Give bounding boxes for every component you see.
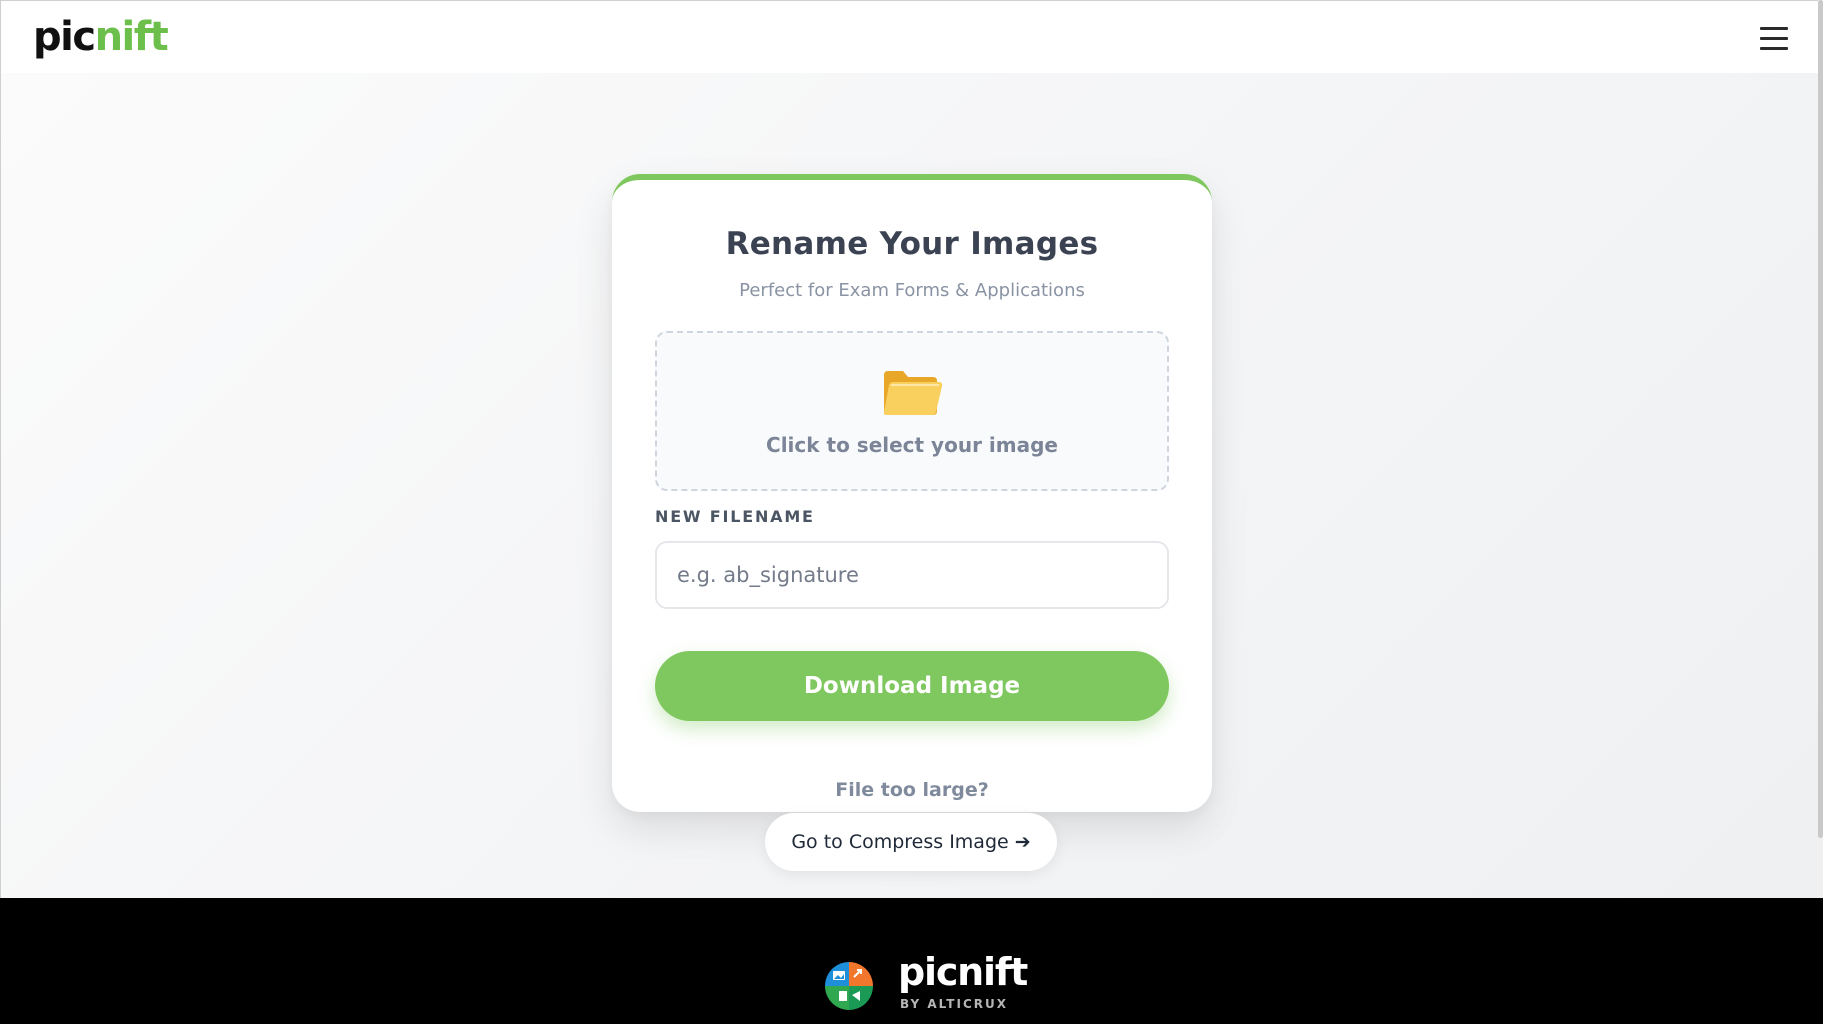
go-to-compress-button[interactable]: Go to Compress Image ➔: [765, 813, 1057, 871]
menu-bar-top: [1760, 27, 1788, 30]
footer-byline: BY ALTICRUX: [900, 997, 1008, 1011]
filename-label: NEW FILENAME: [655, 507, 815, 526]
menu-bar-middle: [1760, 37, 1788, 40]
footer-brand: picnift: [898, 950, 1028, 994]
download-image-button[interactable]: Download Image: [655, 651, 1169, 721]
main-area: Rename Your Images Perfect for Exam Form…: [0, 73, 1818, 898]
card-title: Rename Your Images: [725, 226, 1099, 262]
rename-card: Rename Your Images Perfect for Exam Form…: [612, 174, 1212, 812]
card-subtitle: Perfect for Exam Forms & Applications: [739, 280, 1085, 301]
logo-text-nift: nift: [94, 14, 169, 60]
logo-text-pic: pic: [33, 14, 96, 60]
folder-icon: [883, 371, 943, 415]
dropzone-text: Click to select your image: [766, 433, 1058, 457]
footer: picnift BY ALTICRUX: [0, 898, 1823, 1024]
picnift-logo[interactable]: picnift: [33, 13, 169, 61]
image-dropzone[interactable]: Click to select your image: [655, 331, 1169, 491]
top-header: picnift: [0, 0, 1818, 73]
menu-bar-bottom: [1760, 47, 1788, 50]
scrollbar-thumb[interactable]: [1818, 0, 1823, 838]
hamburger-menu-icon[interactable]: [1760, 25, 1788, 51]
page-scrollbar[interactable]: [1818, 0, 1823, 898]
filename-input[interactable]: [655, 541, 1169, 609]
picnift-emblem-icon: [825, 962, 873, 1010]
file-too-large-text: File too large?: [835, 779, 989, 801]
